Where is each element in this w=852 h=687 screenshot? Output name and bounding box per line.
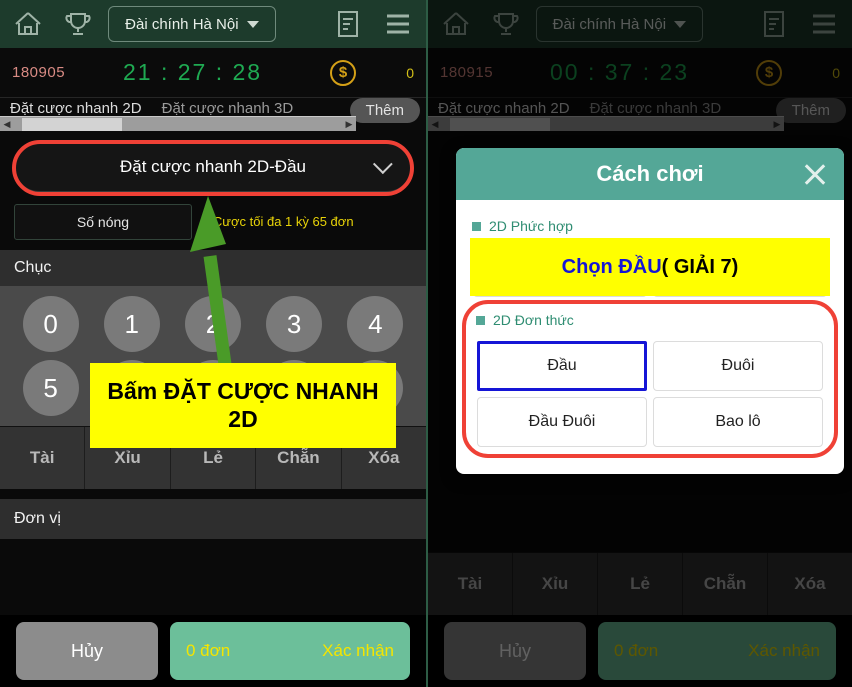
confirm-label: Xác nhận xyxy=(322,641,394,660)
right-panel: Đài chính Hà Nội 180915 00 : 37 : 23 $ 0… xyxy=(426,0,852,687)
annotation-callout-modal: Chọn ĐẦU ( GIẢI 7) xyxy=(470,238,830,296)
section-title-2d-phuc-hop: 2D Phức hợp xyxy=(472,218,830,234)
section-group-2d-don-thuc: 2D Đơn thức Đầu Đuôi Đầu Đuôi Bao lô xyxy=(462,300,838,458)
modal-header: Cách chơi xyxy=(456,148,844,200)
top-navigation-bar: Đài chính Hà Nội xyxy=(0,0,426,48)
option-dau-duoi-don-thuc[interactable]: Đầu Đuôi xyxy=(477,397,647,447)
draw-id: 180905 xyxy=(12,64,66,81)
left-footer-bar: Hủy 0 đơn Xác nhận xyxy=(0,615,426,687)
number-row: 0 1 2 3 4 xyxy=(0,292,426,356)
horizontal-scrollbar[interactable]: ◀ ▶ xyxy=(0,116,356,131)
home-icon[interactable] xyxy=(8,4,48,44)
order-count-label: 0 đơn xyxy=(186,641,231,660)
trophy-icon[interactable] xyxy=(58,4,98,44)
option-bao-lo-don-thuc[interactable]: Bao lô xyxy=(653,397,823,447)
bet-mode-tabs: Đặt cược nhanh 2D Đặt cược nhanh 3D Thêm… xyxy=(0,98,426,131)
grid-section-header-tens: Chục xyxy=(0,250,426,286)
bullet-icon xyxy=(472,221,481,231)
countdown-timer: 21 : 27 : 28 xyxy=(122,59,263,85)
left-panel: Đài chính Hà Nội 180905 21 : 27 : 28 $ 0… xyxy=(0,0,426,687)
bullet-icon xyxy=(476,315,485,325)
callout-blue-text: Chọn ĐẦU xyxy=(561,256,662,278)
option-dau-don-thuc[interactable]: Đầu xyxy=(477,341,647,391)
annotation-callout-left: Bấm ĐẶT CƯỢC NHANH 2D xyxy=(90,363,396,448)
modal-body: 2D Phức hợp Đầu Đuôi Bao lô 2D Đơn thức … xyxy=(456,200,844,474)
chevron-down-icon xyxy=(246,20,259,28)
number-cell[interactable]: 1 xyxy=(103,296,160,352)
playmode-selector-label: Đặt cược nhanh 2D-Đầu xyxy=(119,157,306,176)
station-label: Đài chính Hà Nội xyxy=(125,15,239,33)
balance-amount: 0 xyxy=(406,64,414,81)
confirm-button[interactable]: 0 đơn Xác nhận xyxy=(170,622,410,680)
modal-title: Cách chơi xyxy=(596,161,704,186)
scroll-left-icon[interactable]: ◀ xyxy=(0,119,14,130)
hamburger-menu-icon[interactable] xyxy=(378,4,418,44)
section-label: 2D Đơn thức xyxy=(493,312,574,328)
hot-number-row: Số nóng ※Cược tối đa 1 kỳ 65 đơn xyxy=(0,198,426,250)
scrollbar-track[interactable] xyxy=(14,117,342,131)
how-to-play-modal: Cách chơi 2D Phức hợp Đầu Đuôi Bao lô 2D… xyxy=(456,148,844,474)
station-selector[interactable]: Đài chính Hà Nội xyxy=(108,6,276,42)
number-cell[interactable]: 4 xyxy=(347,296,404,352)
chevron-down-icon xyxy=(372,154,393,175)
tab-quick-bet-3d[interactable]: Đặt cược nhanh 3D xyxy=(152,98,304,117)
section-title-2d-don-thuc: 2D Đơn thức xyxy=(476,312,826,328)
number-cell[interactable]: 3 xyxy=(266,296,323,352)
playmode-selector-wrap: Đặt cược nhanh 2D-Đầu xyxy=(0,130,426,198)
document-icon[interactable] xyxy=(328,4,368,44)
dual-screenshot-stage: Đài chính Hà Nội 180905 21 : 27 : 28 $ 0… xyxy=(0,0,852,687)
playmode-selector[interactable]: Đặt cược nhanh 2D-Đầu xyxy=(14,142,412,192)
callout-black-text: ( GIẢI 7) xyxy=(661,256,739,278)
scrollbar-thumb[interactable] xyxy=(22,117,122,131)
more-tabs-button[interactable]: Thêm xyxy=(349,98,420,123)
close-icon[interactable] xyxy=(802,161,828,187)
cancel-button[interactable]: Hủy xyxy=(16,622,158,680)
number-cell[interactable]: 2 xyxy=(184,296,241,352)
option-grid-don-thuc: Đầu Đuôi Đầu Đuôi Bao lô xyxy=(474,338,826,450)
hot-numbers-button[interactable]: Số nóng xyxy=(14,204,192,240)
draw-info-bar: 180905 21 : 27 : 28 $ 0 xyxy=(0,48,426,98)
max-bet-note: ※Cược tối đa 1 kỳ 65 đơn xyxy=(202,214,354,229)
option-duoi-don-thuc[interactable]: Đuôi xyxy=(653,341,823,391)
scroll-right-icon[interactable]: ▶ xyxy=(342,119,356,130)
number-cell[interactable]: 5 xyxy=(22,360,79,416)
section-label: 2D Phức hợp xyxy=(489,218,573,234)
quick-button-tai[interactable]: Tài xyxy=(0,427,86,489)
grid-section-header-units: Đơn vị xyxy=(0,499,426,539)
coin-icon[interactable]: $ xyxy=(330,59,356,86)
number-cell[interactable]: 0 xyxy=(22,296,79,352)
